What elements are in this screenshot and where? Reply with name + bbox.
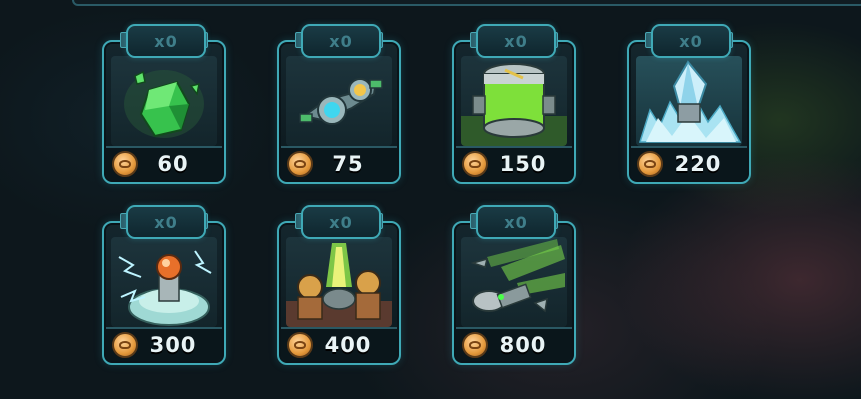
coin-icon — [287, 332, 313, 358]
soldiers-icon — [286, 237, 392, 327]
drone-icon — [286, 56, 392, 146]
item-count: x0 — [504, 31, 528, 51]
item-count-tab: x0 — [476, 205, 556, 239]
item-price: 800 — [499, 333, 547, 357]
item-count-tab: x0 — [651, 24, 731, 58]
green-canister-icon — [461, 56, 567, 146]
item-count: x0 — [504, 212, 528, 232]
item-count: x0 — [329, 212, 353, 232]
price-bar: 150 — [456, 146, 572, 180]
item-price: 300 — [149, 333, 197, 357]
item-count-tab: x0 — [301, 24, 381, 58]
item-count-tab: x0 — [476, 24, 556, 58]
shop-item-tesla[interactable]: 300 x0 — [102, 205, 226, 365]
item-frame: 400 — [277, 221, 401, 365]
item-frame: 220 — [627, 40, 751, 184]
item-frame: 300 — [102, 221, 226, 365]
price-bar: 800 — [456, 327, 572, 361]
shop-item-ice[interactable]: 220 x0 — [627, 24, 751, 184]
coin-icon — [637, 151, 663, 177]
price-bar: 75 — [281, 146, 397, 180]
item-price: 400 — [324, 333, 372, 357]
price-bar: 300 — [106, 327, 222, 361]
coin-icon — [287, 151, 313, 177]
item-count: x0 — [154, 212, 178, 232]
item-frame: 800 — [452, 221, 576, 365]
item-count: x0 — [679, 31, 703, 51]
item-count-tab: x0 — [301, 205, 381, 239]
green-crystal-icon — [111, 56, 217, 146]
item-price: 75 — [332, 152, 364, 176]
item-frame: 60 — [102, 40, 226, 184]
coin-icon — [462, 151, 488, 177]
coin-icon — [112, 332, 138, 358]
item-count-tab: x0 — [126, 24, 206, 58]
price-bar: 60 — [106, 146, 222, 180]
item-count: x0 — [154, 31, 178, 51]
shop-item-canister[interactable]: 150 x0 — [452, 24, 576, 184]
price-bar: 400 — [281, 327, 397, 361]
top-panel-edge — [72, 0, 861, 6]
missile-strike-icon — [461, 237, 567, 327]
tesla-orb-icon — [111, 237, 217, 327]
ice-crystal-icon — [636, 56, 742, 146]
item-count: x0 — [329, 31, 353, 51]
item-price: 150 — [499, 152, 547, 176]
item-price: 220 — [674, 152, 722, 176]
shop-item-missiles[interactable]: 800 x0 — [452, 205, 576, 365]
shop-item-drone[interactable]: 75 x0 — [277, 24, 401, 184]
price-bar: 220 — [631, 146, 747, 180]
shop-item-reinforcements[interactable]: 400 x0 — [277, 205, 401, 365]
coin-icon — [462, 332, 488, 358]
coin-icon — [112, 151, 138, 177]
item-frame: 150 — [452, 40, 576, 184]
shop-item-crystal[interactable]: 60 x0 — [102, 24, 226, 184]
item-frame: 75 — [277, 40, 401, 184]
item-count-tab: x0 — [126, 205, 206, 239]
item-price: 60 — [157, 152, 189, 176]
